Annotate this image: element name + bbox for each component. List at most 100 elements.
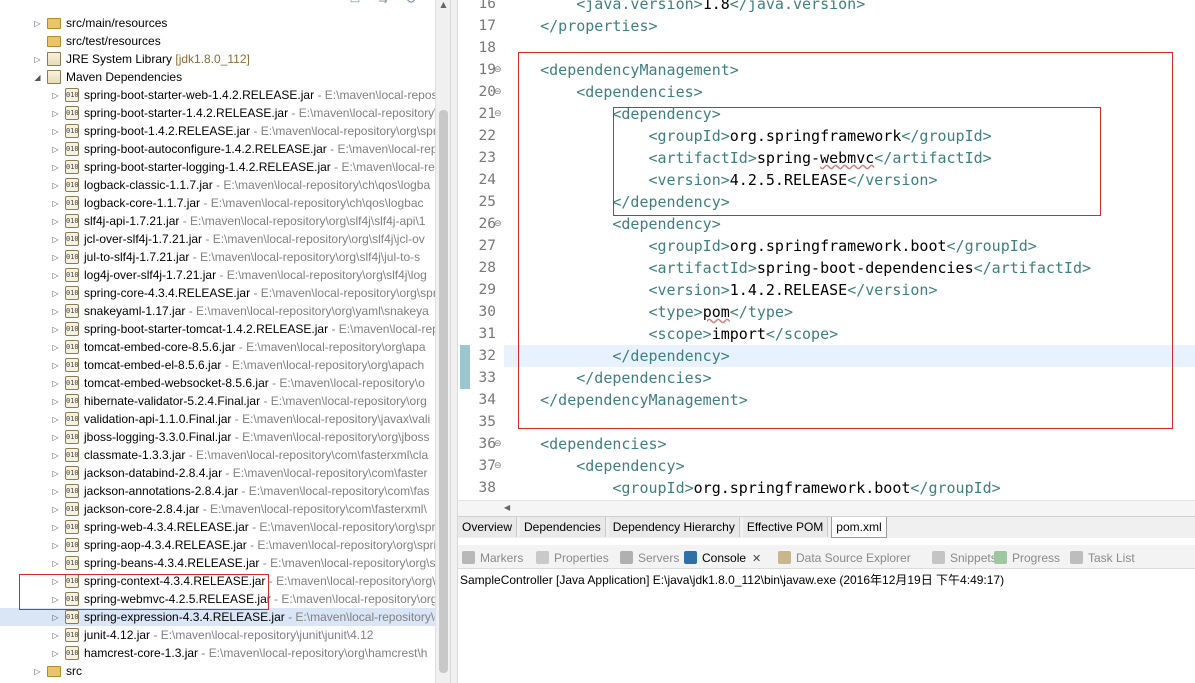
code-line[interactable]: <java.version>1.8</java.version> (504, 0, 865, 15)
jar-tree-item[interactable]: ▷ slf4j-api-1.7.21.jar - E:\maven\local-r… (0, 212, 450, 230)
jar-tree-item[interactable]: ▷ spring-boot-starter-tomcat-1.4.2.RELEAS… (0, 320, 450, 338)
collapsed-twisty-icon[interactable]: ▷ (51, 235, 60, 244)
jar-tree-item[interactable]: ▷ hamcrest-core-1.3.jar - E:\maven\local-… (0, 644, 450, 662)
fold-toggle-icon[interactable]: ⊖ (494, 59, 502, 81)
jar-tree-item[interactable]: ▷ spring-boot-starter-logging-1.4.2.RELEA… (0, 158, 450, 176)
scrollbar-thumb[interactable] (439, 110, 448, 673)
jar-tree-item[interactable]: ▷ jboss-logging-3.3.0.Final.jar - E:\mave… (0, 428, 450, 446)
expanded-twisty-icon[interactable]: ◢ (33, 73, 42, 82)
jar-tree-item[interactable]: ▷ spring-boot-starter-1.4.2.RELEASE.jar -… (0, 104, 450, 122)
view-tab[interactable]: Servers (620, 549, 679, 567)
jar-tree-item[interactable]: ▷ classmate-1.3.3.jar - E:\maven\local-re… (0, 446, 450, 464)
collapsed-twisty-icon[interactable]: ▷ (51, 145, 60, 154)
jar-tree-item[interactable]: ▷ spring-aop-4.3.4.RELEASE.jar - E:\maven… (0, 536, 450, 554)
collapsed-twisty-icon[interactable]: ▷ (51, 325, 60, 334)
fold-toggle-icon[interactable]: ⊖ (494, 213, 502, 235)
jar-tree-item[interactable]: ▷ validation-api-1.1.0.Final.jar - E:\mav… (0, 410, 450, 428)
jar-tree-item[interactable]: ▷ log4j-over-slf4j-1.7.21.jar - E:\maven\… (0, 266, 450, 284)
fold-toggle-icon[interactable]: ⊖ (494, 455, 502, 477)
collapsed-twisty-icon[interactable]: ▷ (33, 55, 42, 64)
collapsed-twisty-icon[interactable]: ▷ (51, 649, 60, 658)
view-tab[interactable]: Task List (1070, 549, 1135, 567)
collapsed-twisty-icon[interactable]: ▷ (51, 343, 60, 352)
editor-horizontal-scrollbar[interactable]: ◀ (458, 500, 1195, 517)
collapsed-twisty-icon[interactable]: ▷ (51, 415, 60, 424)
jar-tree-item[interactable]: ▷ snakeyaml-1.17.jar - E:\maven\local-rep… (0, 302, 450, 320)
pom-tab[interactable]: pom.xml (831, 517, 887, 538)
jar-tree-item[interactable]: ▷ tomcat-embed-websocket-8.5.6.jar - E:\m… (0, 374, 450, 392)
collapsed-twisty-icon[interactable]: ▷ (51, 613, 60, 622)
code-line[interactable]: <dependency> (504, 455, 684, 477)
jar-tree-item[interactable]: ▷ jackson-core-2.8.4.jar - E:\maven\local… (0, 500, 450, 518)
collapse-all-icon[interactable]: ▭ (348, 0, 362, 6)
jar-tree-item[interactable]: ▷ jul-to-slf4j-1.7.21.jar - E:\maven\loca… (0, 248, 450, 266)
scroll-left-icon[interactable]: ◀ (504, 503, 510, 512)
view-tab[interactable]: Console ✕ (684, 549, 761, 567)
code-line[interactable]: <groupId>org.springframework.boot</group… (504, 477, 1000, 499)
view-tab[interactable]: Properties (536, 549, 609, 567)
collapsed-twisty-icon[interactable]: ▷ (51, 505, 60, 514)
collapsed-twisty-icon[interactable]: ▷ (51, 361, 60, 370)
fold-toggle-icon[interactable]: ⊖ (494, 81, 502, 103)
view-tab[interactable]: Snippets (932, 549, 997, 567)
collapsed-twisty-icon[interactable]: ▷ (51, 433, 60, 442)
pom-tab[interactable]: Overview (458, 517, 518, 537)
code-line[interactable]: </properties> (504, 15, 657, 37)
collapsed-twisty-icon[interactable]: ▷ (51, 541, 60, 550)
jar-tree-item[interactable]: ▷ jcl-over-slf4j-1.7.21.jar - E:\maven\lo… (0, 230, 450, 248)
view-menu-icon[interactable]: ⚙ (404, 0, 418, 6)
fold-toggle-icon[interactable]: ⊖ (494, 433, 502, 455)
jar-tree-item[interactable]: ▷ spring-boot-autoconfigure-1.4.2.RELEASE… (0, 140, 450, 158)
collapsed-twisty-icon[interactable]: ▷ (51, 271, 60, 280)
collapsed-twisty-icon[interactable]: ▷ (51, 397, 60, 406)
link-editor-icon[interactable]: ⇆ (376, 0, 390, 6)
jar-tree-item[interactable]: ▷ tomcat-embed-core-8.5.6.jar - E:\maven\… (0, 338, 450, 356)
jar-tree-item[interactable]: ▷ hibernate-validator-5.2.4.Final.jar - E… (0, 392, 450, 410)
pom-tab[interactable]: Dependency Hierarchy (608, 517, 740, 537)
collapsed-twisty-icon[interactable]: ▷ (51, 199, 60, 208)
collapsed-twisty-icon[interactable]: ▷ (51, 379, 60, 388)
explorer-scrollbar[interactable]: ▲ (435, 0, 450, 683)
jar-tree-item[interactable]: ▷ spring-beans-4.3.4.RELEASE.jar - E:\mav… (0, 554, 450, 572)
jar-tree-item[interactable]: ▷ jackson-databind-2.8.4.jar - E:\maven\l… (0, 464, 450, 482)
jar-tree-item[interactable]: ▷ spring-boot-starter-web-1.4.2.RELEASE.j… (0, 86, 450, 104)
console-output[interactable]: SampleController [Java Application] E:\j… (458, 569, 1195, 683)
collapsed-twisty-icon[interactable]: ▷ (51, 523, 60, 532)
view-tab[interactable]: Progress (994, 549, 1060, 567)
collapsed-twisty-icon[interactable]: ▷ (51, 487, 60, 496)
jar-tree-item[interactable]: ▷ tomcat-embed-el-8.5.6.jar - E:\maven\lo… (0, 356, 450, 374)
collapsed-twisty-icon[interactable]: ▷ (51, 181, 60, 190)
collapsed-twisty-icon[interactable]: ▷ (33, 667, 42, 676)
collapsed-twisty-icon[interactable]: ▷ (51, 127, 60, 136)
jar-tree-item[interactable]: ▷ spring-web-4.3.4.RELEASE.jar - E:\maven… (0, 518, 450, 536)
collapsed-twisty-icon[interactable]: ▷ (33, 19, 42, 28)
collapsed-twisty-icon[interactable]: ▷ (51, 163, 60, 172)
pom-tab[interactable]: Effective POM (742, 517, 829, 537)
scroll-up-icon[interactable]: ▲ (436, 0, 450, 12)
collapsed-twisty-icon[interactable]: ▷ (51, 91, 60, 100)
collapsed-twisty-icon[interactable]: ▷ (51, 451, 60, 460)
tree-item[interactable]: ▷ src (0, 662, 450, 680)
collapsed-twisty-icon[interactable]: ▷ (51, 217, 60, 226)
close-icon[interactable]: ✕ (752, 552, 761, 565)
collapsed-twisty-icon[interactable]: ▷ (51, 253, 60, 262)
fold-toggle-icon[interactable]: ⊖ (494, 103, 502, 125)
view-tab[interactable]: Data Source Explorer (778, 549, 911, 567)
collapsed-twisty-icon[interactable]: ▷ (51, 559, 60, 568)
collapsed-twisty-icon[interactable]: ▷ (51, 307, 60, 316)
code-line[interactable]: <dependencies> (504, 433, 666, 455)
tree-item[interactable]: ▷ src/main/resources (0, 14, 450, 32)
sash-divider[interactable] (450, 0, 458, 683)
collapsed-twisty-icon[interactable]: ▷ (51, 469, 60, 478)
collapsed-twisty-icon[interactable]: ▷ (51, 631, 60, 640)
tree-item[interactable]: ◢ Maven Dependencies (0, 68, 450, 86)
jar-tree-item[interactable]: ▷ spring-expression-4.3.4.RELEASE.jar - E… (0, 608, 450, 626)
tree-item[interactable]: src/test/resources (0, 32, 450, 50)
pom-editor[interactable]: 16 17 18 19 ⊖ 20 ⊖ 21 ⊖ 22 23 24 25 26 ⊖ 27 28 29 30 31 32 33… (458, 0, 1195, 500)
tree-item[interactable]: ▷ JRE System Library [jdk1.8.0_112] (0, 50, 450, 68)
collapsed-twisty-icon[interactable]: ▷ (51, 289, 60, 298)
jar-tree-item[interactable]: ▷ logback-classic-1.1.7.jar - E:\maven\lo… (0, 176, 450, 194)
jar-tree-item[interactable]: ▷ logback-core-1.1.7.jar - E:\maven\local… (0, 194, 450, 212)
jar-tree-item[interactable]: ▷ junit-4.12.jar - E:\maven\local-reposit… (0, 626, 450, 644)
pom-tab[interactable]: Dependencies (520, 517, 606, 537)
